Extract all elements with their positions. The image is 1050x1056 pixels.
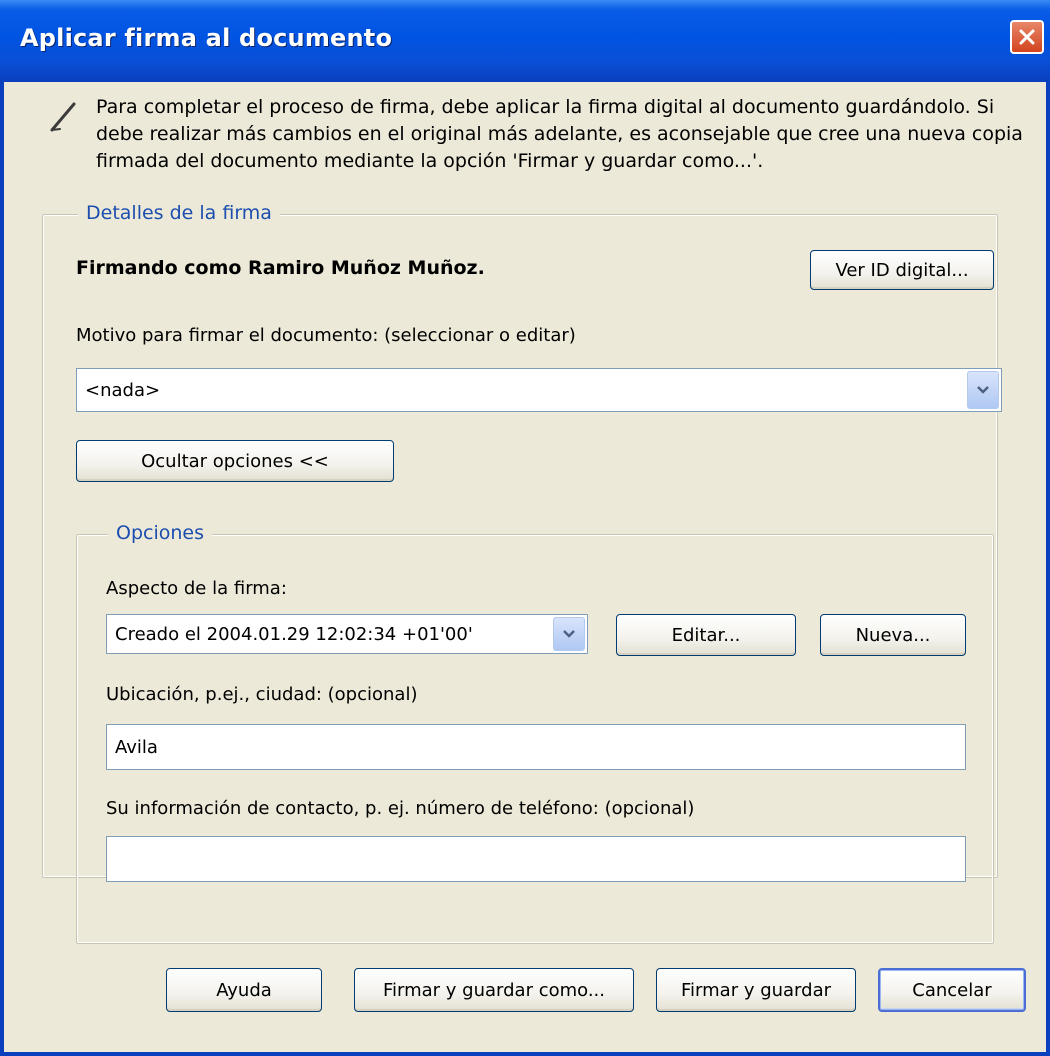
appearance-label: Aspecto de la firma:: [106, 578, 287, 599]
chevron-down-icon: [977, 386, 989, 394]
contact-label: Su información de contacto, p. ej. númer…: [106, 798, 695, 819]
reason-dropdown-button[interactable]: [967, 371, 999, 409]
signature-details-label: Detalles de la firma: [78, 202, 280, 224]
appearance-combobox[interactable]: Creado el 2004.01.29 12:02:34 +01'00': [106, 614, 588, 654]
close-button[interactable]: [1010, 20, 1044, 54]
reason-combobox[interactable]: <nada>: [76, 368, 1002, 412]
cancel-button[interactable]: Cancelar: [878, 968, 1026, 1012]
sign-and-save-as-button[interactable]: Firmar y guardar como...: [354, 968, 634, 1012]
edit-appearance-button[interactable]: Editar...: [616, 614, 796, 656]
sign-document-dialog: Aplicar firma al documento Para completa…: [0, 0, 1050, 1056]
location-input[interactable]: Avila: [106, 724, 966, 770]
location-label: Ubicación, p.ej., ciudad: (opcional): [106, 684, 418, 705]
title-bar[interactable]: Aplicar firma al documento: [0, 0, 1050, 82]
sign-and-save-button[interactable]: Firmar y guardar: [656, 968, 856, 1012]
pen-icon: [50, 102, 76, 132]
intro-text: Para completar el proceso de firma, debe…: [96, 96, 1023, 172]
window-title: Aplicar firma al documento: [20, 24, 393, 52]
contact-input[interactable]: [106, 836, 966, 882]
options-label: Opciones: [108, 522, 212, 544]
reason-label: Motivo para firmar el documento: (selecc…: [76, 325, 576, 346]
close-icon: [1019, 29, 1035, 45]
reason-value: <nada>: [85, 379, 161, 401]
new-appearance-button[interactable]: Nueva...: [820, 614, 966, 656]
appearance-value: Creado el 2004.01.29 12:02:34 +01'00': [115, 623, 473, 645]
signer-text: Firmando como Ramiro Muñoz Muñoz.: [76, 257, 485, 279]
hide-options-button[interactable]: Ocultar opciones <<: [76, 440, 394, 482]
appearance-dropdown-button[interactable]: [553, 617, 585, 651]
help-button[interactable]: Ayuda: [166, 968, 322, 1012]
chevron-down-icon: [563, 630, 575, 638]
location-value: Avila: [115, 736, 158, 758]
view-digital-id-button[interactable]: Ver ID digital...: [810, 250, 994, 290]
